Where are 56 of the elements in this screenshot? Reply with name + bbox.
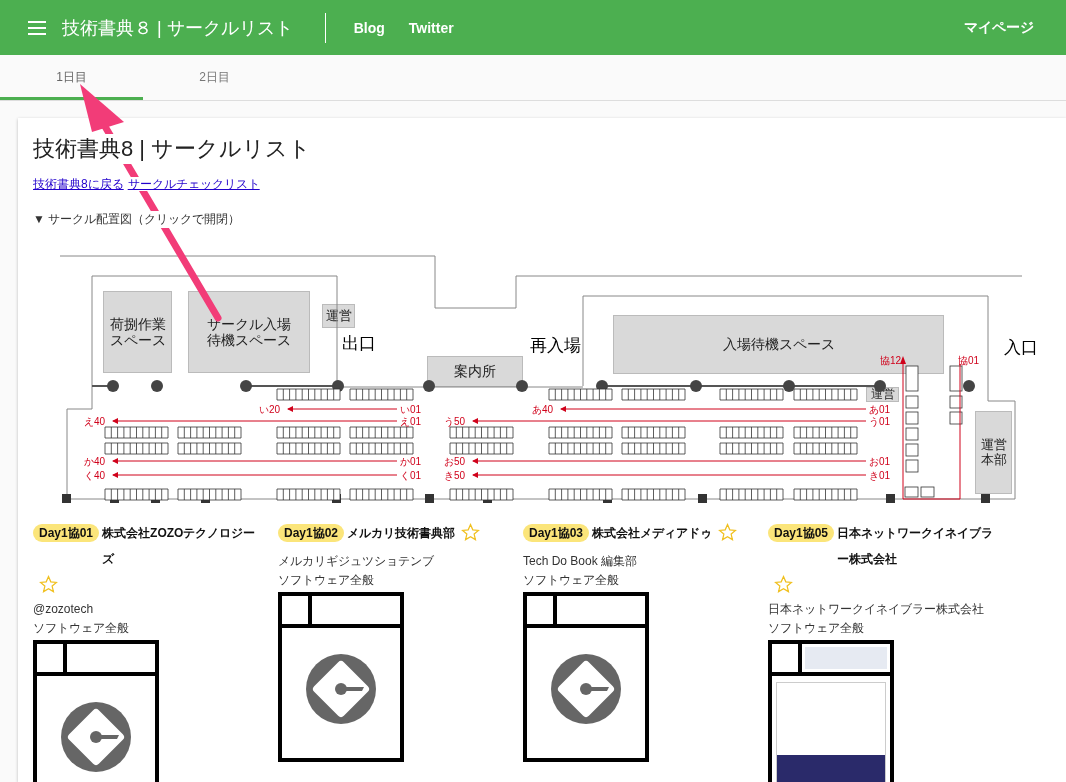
circle-info: メルカリギジュツショテンブ [278,553,435,570]
circle-info: ソフトウェア全般 [523,572,620,589]
row-label: う01 [869,416,891,427]
logo-icon [551,654,621,724]
circle-info: ソフトウェア全般 [278,572,375,589]
row-label: お50 [443,456,465,467]
booth-label: 協01 [958,355,980,366]
star-icon[interactable] [774,575,793,594]
frame-cell [527,596,557,628]
area-box: 運営 [322,304,355,328]
row-label: う50 [443,416,465,427]
logo-icon [61,702,131,772]
booth-badge: Day1協02 [278,524,345,542]
circle-name[interactable]: メルカリ技術書典部 [347,520,456,546]
menu-icon[interactable] [28,20,46,35]
circle-info: Tech Do Book 編集部 [523,553,639,570]
row-label: え40 [83,416,105,427]
row-label: え01 [400,416,422,427]
booth-badge: Day1協05 [768,524,835,542]
booth-badge: Day1協01 [33,524,100,542]
arrowhead-icon [900,356,906,364]
exit-label: 出口 [342,333,376,355]
row-label: お01 [869,456,891,467]
circle-name[interactable]: 株式会社メディアドゥ [592,520,713,546]
logo-icon [306,654,376,724]
area-box: 荷捌作業スペース [103,291,172,373]
row-label: い20 [258,404,280,415]
booth-label: 協12 [880,355,902,366]
row-label: き01 [869,470,891,481]
circle-name[interactable]: 株式会社ZOZOテクノロジーズ [102,520,266,572]
star-icon[interactable] [718,523,738,542]
frame-cell [282,596,312,628]
row-label: か40 [83,456,105,467]
row-label: く01 [400,470,422,481]
row-label: か01 [400,456,422,467]
row-label: あ40 [531,404,553,415]
page-link[interactable]: サークルチェックリスト [127,177,260,191]
booth-badge: Day1協03 [523,524,590,542]
row-label: い01 [400,404,422,415]
circle-info: ソフトウェア全般 [768,620,865,637]
exit-label: 再入場 [530,335,581,357]
page-link[interactable]: 技術書典8に戻る [33,177,124,191]
day-tab[interactable]: 2日目 [143,55,286,100]
star-icon[interactable] [39,575,58,594]
circle-name[interactable]: 日本ネットワークイネイブラー株式会社 [837,520,1001,572]
row-label: く40 [83,470,105,481]
circle-info: 日本ネットワークイネイブラー株式会社 [768,601,985,618]
area-box: 案内所 [427,356,523,387]
frame-cell [37,644,67,676]
circle-info: @zozotech [33,601,95,618]
circle-info: ソフトウェア全般 [33,620,130,637]
star-icon[interactable] [461,523,481,542]
row-label: き50 [443,470,465,481]
exit-label: 入口 [1004,337,1038,359]
area-box: 運営本部 [975,411,1012,494]
row-label: あ01 [869,404,891,415]
